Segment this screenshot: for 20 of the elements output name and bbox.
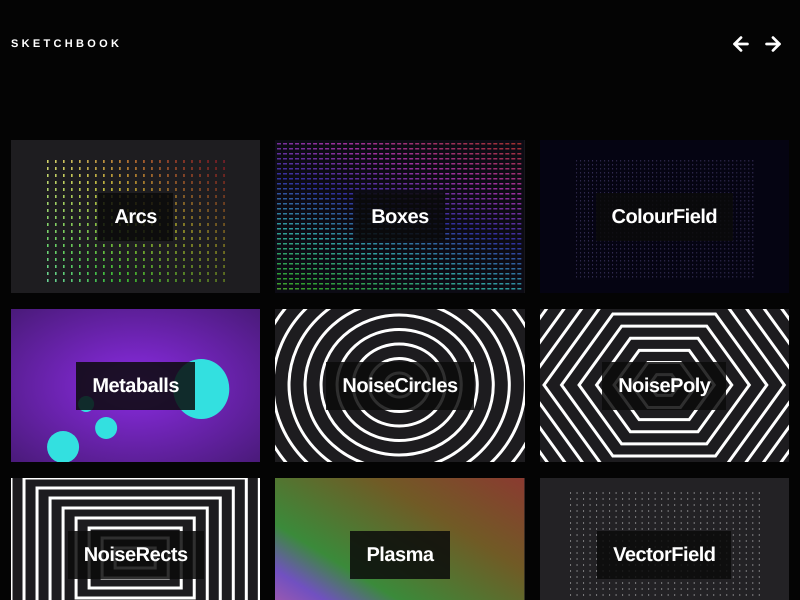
sketch-card[interactable]: NoisePoly (540, 309, 789, 462)
sketch-card[interactable]: ColourField (540, 140, 789, 293)
sketch-title: Arcs (98, 192, 173, 240)
sketch-card[interactable]: Boxes (275, 140, 525, 293)
sketch-title: NoiseRects (68, 530, 204, 578)
sketch-card[interactable]: Metaballs (11, 309, 260, 462)
next-button[interactable] (762, 33, 784, 55)
sketch-title: VectorField (597, 530, 732, 578)
previous-button[interactable] (730, 33, 752, 55)
sketch-title: ColourField (596, 192, 734, 240)
sketch-card[interactable]: Plasma (275, 478, 525, 600)
sketch-title: Boxes (355, 192, 445, 240)
sketch-title: Plasma (350, 530, 450, 578)
sketch-title: Metaballs (76, 362, 195, 410)
sketch-card[interactable]: NoiseCircles (275, 309, 525, 462)
sketch-title: NoisePoly (602, 362, 726, 410)
site-title: SKETCHBOOK (11, 36, 122, 52)
sketch-card[interactable]: VectorField (540, 478, 789, 600)
sketch-title: NoiseCircles (326, 362, 474, 410)
sketch-card[interactable]: NoiseRects (11, 478, 260, 600)
